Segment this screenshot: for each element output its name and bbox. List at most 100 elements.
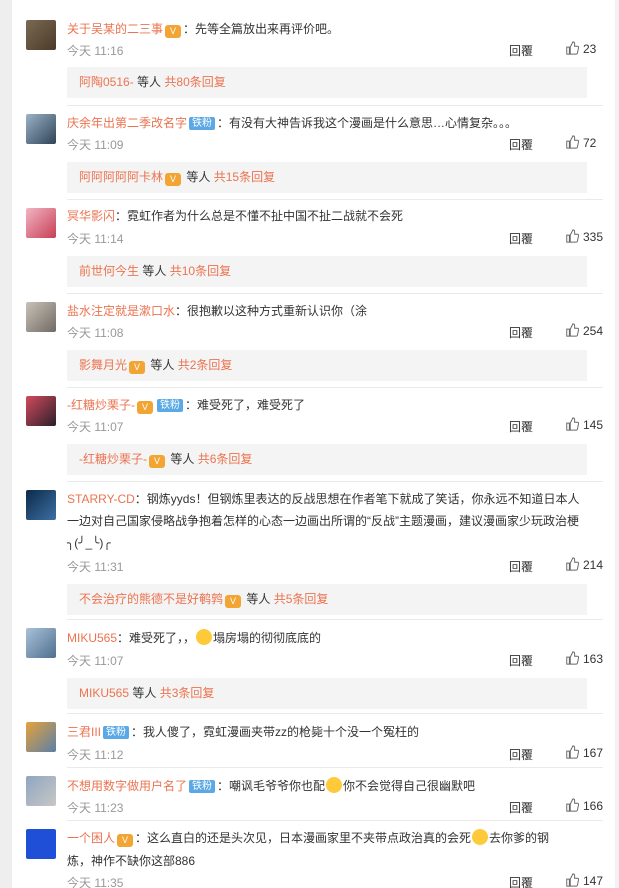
row-divider — [67, 619, 603, 620]
sub-replies-bar[interactable]: 影舞月光 V 等人 共2条回复 — [67, 350, 587, 381]
like-count: 214 — [583, 558, 604, 572]
like-button[interactable]: 145 — [565, 417, 603, 432]
username-link[interactable]: 关于吴某的二三事 — [67, 22, 163, 36]
like-button[interactable]: 166 — [565, 798, 603, 813]
reply-count-link[interactable]: 共15条回复 — [214, 170, 275, 184]
username-link[interactable]: 一个困人 — [67, 831, 115, 845]
timestamp: 今天 11:35 — [67, 876, 124, 888]
like-button[interactable]: 23 — [565, 41, 596, 56]
thumbs-up-icon — [566, 557, 580, 571]
avatar[interactable] — [26, 776, 56, 806]
reply-button[interactable]: 回覆 — [509, 558, 533, 575]
reply-users[interactable]: -红糖炒栗子- — [79, 452, 147, 466]
reply-button[interactable]: 回覆 — [509, 652, 533, 669]
avatar[interactable] — [26, 490, 56, 520]
username-link[interactable]: 庆余年出第二季改名字 — [67, 116, 187, 130]
like-count: 147 — [583, 874, 604, 888]
like-button[interactable]: 147 — [565, 873, 603, 888]
row-divider — [67, 713, 603, 714]
thumbs-up-icon — [566, 229, 580, 243]
avatar[interactable] — [26, 208, 56, 238]
avatar[interactable] — [26, 114, 56, 144]
fan-badge: 铁粉 — [157, 399, 183, 412]
reply-users[interactable]: 影舞月光 — [79, 358, 127, 372]
like-button[interactable]: 335 — [565, 229, 603, 244]
avatar-image — [26, 20, 56, 50]
reply-count-link[interactable]: 共80条回复 — [164, 75, 225, 89]
thumbs-up-icon — [566, 873, 580, 887]
comment-text-line: ╮(╯_╰)╭ — [67, 536, 111, 550]
avatar-image — [26, 302, 56, 332]
timestamp: 今天 11:14 — [67, 232, 124, 246]
reply-count-link[interactable]: 共5条回复 — [274, 592, 329, 606]
avatar-image — [26, 829, 56, 859]
reply-users[interactable]: 不会治疗的熊德不是好鹌鹑 — [79, 592, 223, 606]
username-link[interactable]: 三君III — [67, 725, 101, 739]
reply-button[interactable]: 回覆 — [509, 418, 533, 435]
like-button[interactable]: 167 — [565, 745, 603, 760]
like-count: 145 — [583, 418, 604, 432]
comment-body-continued: 你不会觉得自己很幽默吧 — [343, 779, 476, 793]
reply-button[interactable]: 回覆 — [509, 230, 533, 247]
thumbs-up-icon — [566, 135, 580, 149]
sub-replies-bar[interactable]: 前世何今生 等人 共10条回复 — [67, 256, 587, 287]
reply-users[interactable]: 阿陶0516- — [79, 75, 134, 89]
sub-replies-bar[interactable]: -红糖炒栗子- V 等人 共6条回复 — [67, 444, 587, 475]
row-divider — [67, 199, 603, 200]
reply-count-link[interactable]: 共3条回复 — [160, 686, 215, 700]
comment-text: 关于吴某的二三事 V ：先等全篇放出来再评价吧。 — [67, 18, 595, 40]
comment-text-line: 炼，神作不缺你这部886 — [67, 854, 196, 868]
reply-button[interactable]: 回覆 — [509, 746, 533, 763]
left-gutter — [0, 0, 14, 888]
avatar[interactable] — [26, 302, 56, 332]
sub-replies-bar[interactable]: 阿阿阿阿阿卡林 V 等人 共15条回复 — [67, 162, 587, 193]
avatar[interactable] — [26, 396, 56, 426]
avatar[interactable] — [26, 628, 56, 658]
fan-badge: 铁粉 — [189, 117, 216, 130]
like-button[interactable]: 163 — [565, 651, 603, 666]
row-divider — [67, 387, 603, 388]
username-link[interactable]: 不想用数字做用户名了 — [67, 779, 187, 793]
reply-count-link[interactable]: 共6条回复 — [198, 452, 253, 466]
comment-text: 冥华影闪：霓虹作者为什么总是不懂不扯中国不扯二战就不会死 — [67, 205, 595, 227]
reply-button[interactable]: 回覆 — [509, 874, 533, 888]
reply-count-link[interactable]: 共2条回复 — [178, 358, 233, 372]
reply-button[interactable]: 回覆 — [509, 136, 533, 153]
like-button[interactable]: 72 — [565, 135, 596, 150]
avatar[interactable] — [26, 722, 56, 752]
avatar[interactable] — [26, 829, 56, 859]
like-button[interactable]: 214 — [565, 557, 603, 572]
thumbs-up-icon — [566, 323, 580, 337]
comment-body: ：这么直白的还是头次见，日本漫画家里不夹带点政治真的会死 — [135, 831, 472, 845]
sub-replies-bar[interactable]: 阿陶0516- 等人 共80条回复 — [67, 67, 587, 98]
username-link[interactable]: -红糖炒栗子- — [67, 398, 135, 412]
reply-button[interactable]: 回覆 — [509, 42, 533, 59]
username-link[interactable]: 盐水注定就是漱口水 — [67, 304, 175, 318]
timestamp: 今天 11:23 — [67, 801, 124, 815]
like-count: 23 — [583, 42, 597, 56]
reply-count-link[interactable]: 共10条回复 — [170, 264, 231, 278]
reply-users[interactable]: 阿阿阿阿阿卡林 — [79, 170, 163, 184]
sub-replies-bar[interactable]: 不会治疗的熊德不是好鹌鹑 V 等人 共5条回复 — [67, 584, 587, 615]
username-link[interactable]: STARRY-CD — [67, 492, 135, 506]
comment-text: 盐水注定就是漱口水：很抱歉以这种方式重新认识你（涂 — [67, 300, 595, 322]
timestamp: 今天 11:16 — [67, 44, 124, 58]
comment-body-continued: 塌房塌的彻彻底底的 — [213, 631, 322, 645]
emoji-icon — [196, 629, 213, 645]
thumbs-up-icon — [566, 745, 580, 759]
reply-people-suffix: 等人 — [170, 452, 195, 466]
avatar[interactable] — [26, 20, 56, 50]
like-button[interactable]: 254 — [565, 323, 603, 338]
reply-users[interactable]: MIKU565 — [79, 686, 129, 700]
avatar-image — [26, 722, 56, 752]
thumbs-up-icon — [566, 651, 580, 665]
comment-body: ：先等全篇放出来再评价吧。 — [183, 22, 340, 36]
reply-button[interactable]: 回覆 — [509, 799, 533, 816]
vip-icon: V — [165, 173, 182, 186]
username-link[interactable]: MIKU565 — [67, 631, 117, 645]
fan-badge: 铁粉 — [189, 780, 216, 793]
sub-replies-bar[interactable]: MIKU565 等人 共3条回复 — [67, 678, 587, 709]
reply-button[interactable]: 回覆 — [509, 324, 533, 341]
reply-users[interactable]: 前世何今生 — [79, 264, 139, 278]
username-link[interactable]: 冥华影闪 — [67, 209, 115, 223]
